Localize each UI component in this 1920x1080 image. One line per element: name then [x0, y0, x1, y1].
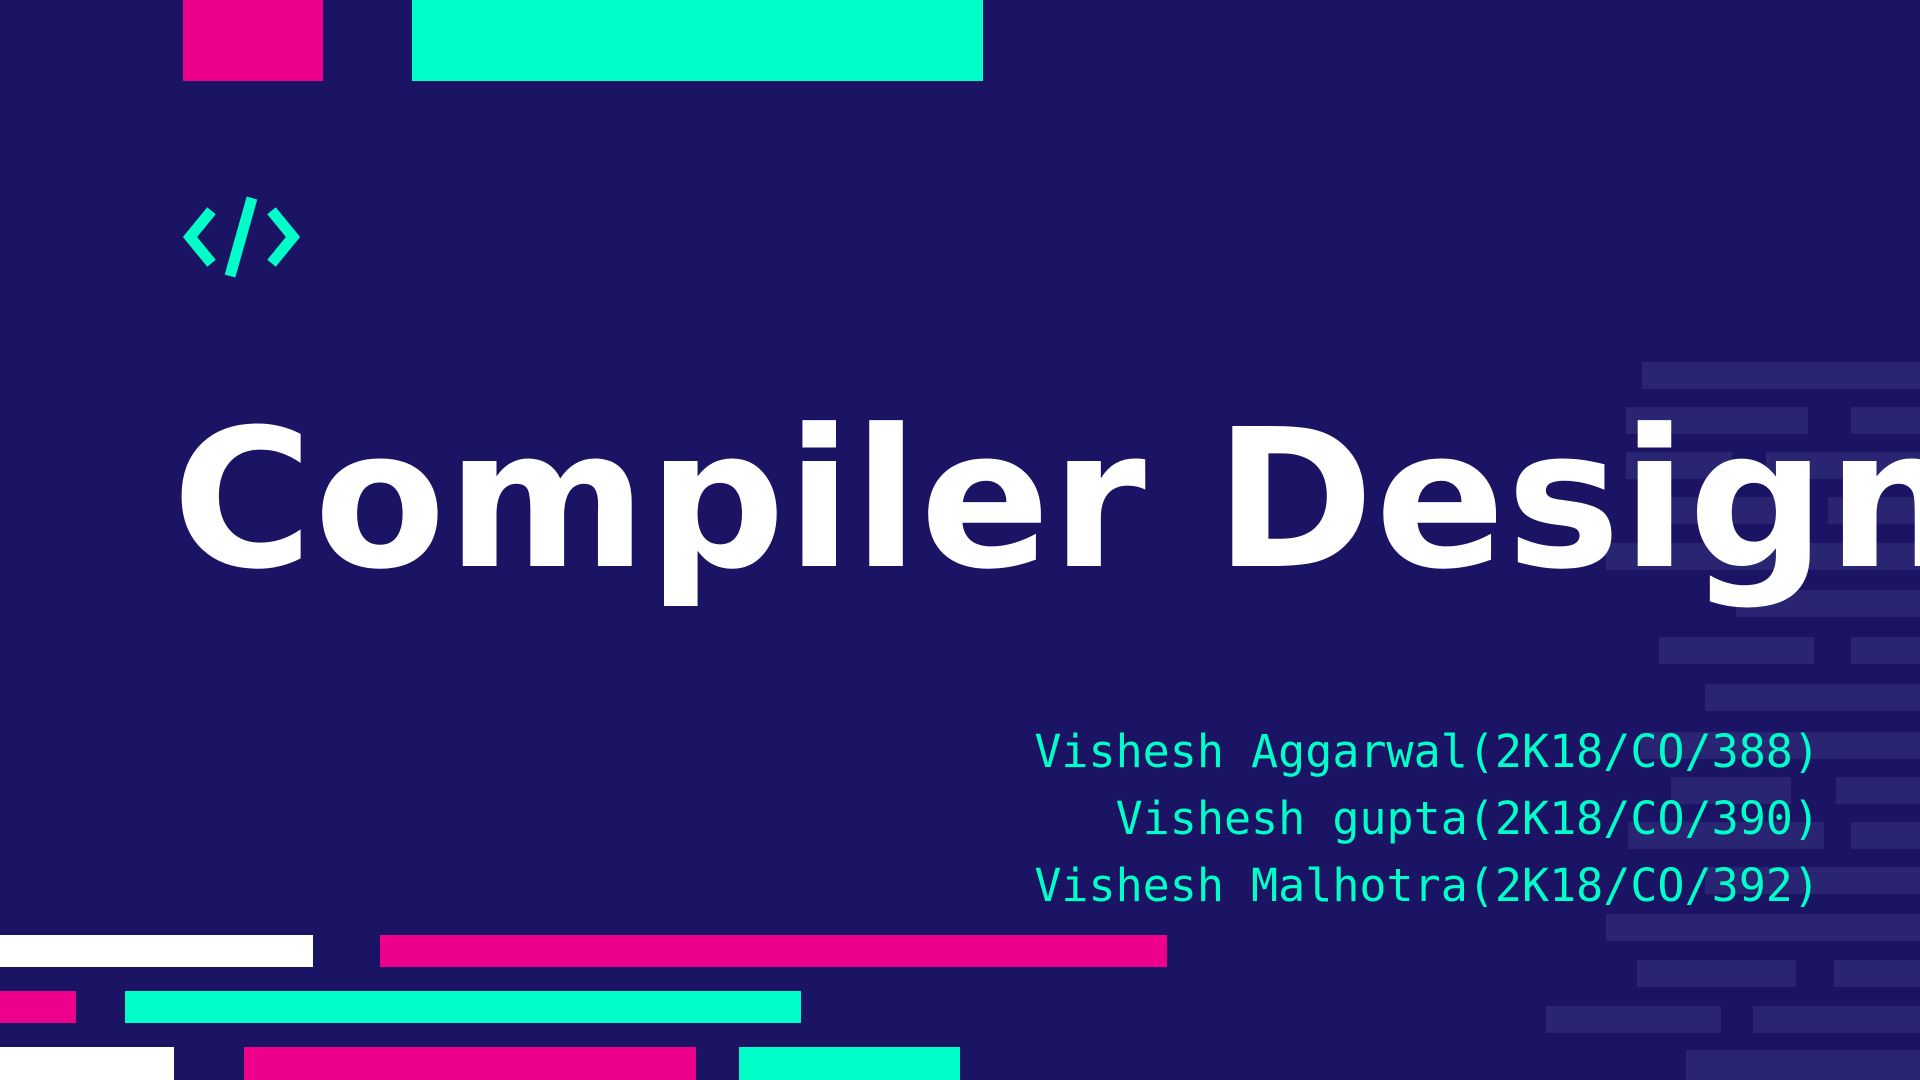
bottom-teal-bar [125, 991, 801, 1023]
bottom-teal-bar [739, 1047, 960, 1080]
bottom-pink-bar [244, 1047, 696, 1080]
code-brackets-icon [182, 196, 301, 278]
bottom-pink-bar [380, 935, 1167, 967]
top-teal-bar [412, 0, 983, 81]
bottom-white-bar [0, 935, 313, 967]
author-list: Vishesh Aggarwal(2K18/CO/388) Vishesh gu… [1034, 718, 1820, 919]
bottom-pink-bar [0, 991, 76, 1023]
author-line: Vishesh Aggarwal(2K18/CO/388) [1034, 725, 1820, 778]
author-line: Vishesh gupta(2K18/CO/390) [1115, 792, 1820, 845]
author-line: Vishesh Malhotra(2K18/CO/392) [1034, 859, 1820, 912]
bottom-white-bar [0, 1047, 174, 1080]
slide-title: Compiler Design [172, 389, 1920, 612]
top-pink-bar [183, 0, 323, 81]
